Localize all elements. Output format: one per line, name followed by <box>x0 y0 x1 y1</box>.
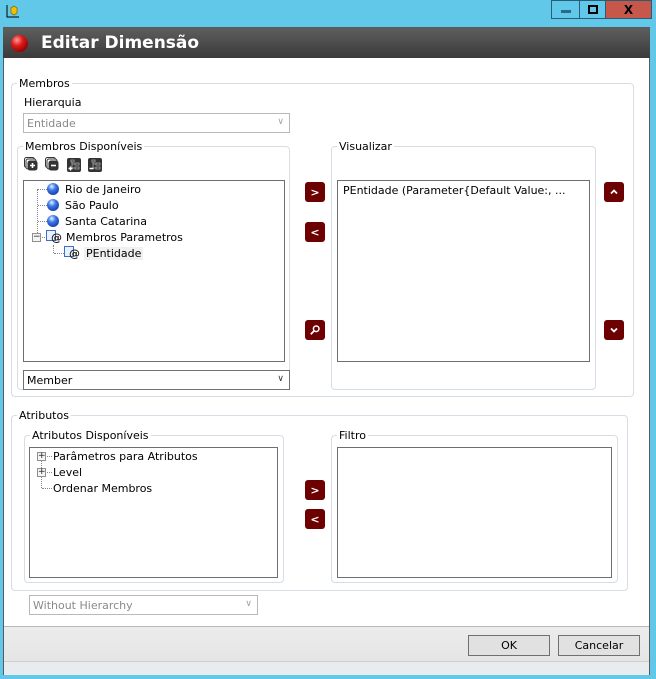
hierarchy-value: Without Hierarchy <box>33 598 133 612</box>
add-member-button[interactable]: > <box>305 182 325 202</box>
tree-item-pentidade[interactable]: @ PEntidade <box>64 245 144 261</box>
tree-line <box>54 253 64 254</box>
tree-line <box>38 189 47 190</box>
tree-item-label: Rio de Janeiro <box>65 182 141 196</box>
add-filter-button[interactable]: > <box>305 480 325 500</box>
header-ball-icon <box>11 35 28 52</box>
chevron-up-icon <box>610 189 618 195</box>
tree-item-level[interactable]: Level <box>53 464 82 480</box>
visualizar-list[interactable] <box>337 180 590 362</box>
tree-item-label: Santa Catarina <box>65 214 148 228</box>
member-ball-icon <box>47 183 59 195</box>
tree-item-label: São Paulo <box>65 198 119 212</box>
filtro-legend: Filtro <box>337 429 368 442</box>
filtro-list[interactable] <box>337 447 612 578</box>
tree-item-label: Parâmetros para Atributos <box>53 449 198 463</box>
footer-strip <box>4 661 649 675</box>
dialog-title: Editar Dimensão <box>41 33 200 53</box>
hierarquia-label: Hierarquia <box>24 96 82 109</box>
collapse-toggle-icon[interactable]: − <box>32 233 41 242</box>
tree-item-sao-paulo[interactable]: São Paulo <box>47 197 119 213</box>
chevron-down-icon: ∨ <box>245 599 252 609</box>
add-node-icon[interactable] <box>67 158 81 172</box>
chevron-down-icon <box>610 327 618 333</box>
tree-item-santa-catarina[interactable]: Santa Catarina <box>47 213 147 229</box>
chevron-down-icon: ∨ <box>277 374 284 384</box>
move-up-button[interactable] <box>604 182 624 202</box>
expand-toggle-icon[interactable]: + <box>37 452 46 461</box>
tree-item-label: Membros Parametros <box>66 230 183 244</box>
search-icon <box>310 325 320 335</box>
member-type-combo[interactable]: Member ∨ <box>23 370 290 390</box>
close-button[interactable]: X <box>606 0 652 19</box>
search-member-button[interactable] <box>305 320 325 340</box>
tree-line <box>53 245 54 253</box>
remove-member-button[interactable]: < <box>305 222 325 242</box>
tree-line <box>37 189 38 237</box>
remove-node-icon[interactable] <box>88 158 102 172</box>
atributos-legend: Atributos <box>17 409 71 422</box>
tree-item-membros-parametros[interactable]: @ Membros Parametros <box>46 229 183 245</box>
maximize-icon <box>587 5 598 14</box>
tree-item-rio-de-janeiro[interactable]: Rio de Janeiro <box>47 181 141 197</box>
tree-line <box>47 472 52 473</box>
remove-filter-button[interactable]: < <box>305 509 325 529</box>
chevron-right-icon: > <box>310 483 320 497</box>
hierarquia-value: Entidade <box>27 116 76 130</box>
hierarchy-combo[interactable]: Without Hierarchy ∨ <box>29 595 258 615</box>
close-icon: X <box>623 2 634 17</box>
member-type-value: Member <box>27 373 73 387</box>
app-icon <box>6 4 20 18</box>
chevron-left-icon: < <box>310 512 320 526</box>
tree-item-parametros-atributos[interactable]: Parâmetros para Atributos <box>53 448 198 464</box>
chevron-left-icon: < <box>310 225 320 239</box>
member-ball-icon <box>47 199 59 211</box>
visualizar-item[interactable]: PEntidade (Parameter{Default Value:, ... <box>343 184 566 197</box>
cancel-button[interactable]: Cancelar <box>558 635 640 656</box>
tree-item-label: PEntidade <box>84 246 144 260</box>
tree-item-ordenar-membros[interactable]: Ordenar Membros <box>53 480 152 496</box>
visualizar-legend: Visualizar <box>337 140 394 153</box>
chevron-down-icon: ∨ <box>277 117 284 127</box>
member-ball-icon <box>47 215 59 227</box>
tree-line <box>38 221 47 222</box>
chevron-right-icon: > <box>310 185 320 199</box>
minimize-icon <box>560 10 571 13</box>
tree-line <box>42 488 52 489</box>
move-down-button[interactable] <box>604 320 624 340</box>
maximize-button[interactable] <box>579 0 606 19</box>
ok-button[interactable]: OK <box>468 635 550 656</box>
atributos-disponiveis-legend: Atributos Disponíveis <box>30 429 151 442</box>
collapse-all-icon[interactable] <box>45 157 59 172</box>
minimize-button[interactable] <box>551 0 579 19</box>
hierarquia-combo[interactable]: Entidade ∨ <box>23 113 290 133</box>
tree-item-label: Ordenar Membros <box>53 481 153 495</box>
membros-legend: Membros <box>17 77 72 90</box>
parameter-icon: @ <box>64 246 80 260</box>
tree-line <box>47 456 52 457</box>
tree-item-label: Level <box>53 465 83 479</box>
membros-disponiveis-legend: Membros Disponíveis <box>23 140 145 153</box>
expand-all-icon[interactable] <box>24 157 38 172</box>
parameter-icon: @ <box>46 230 62 244</box>
expand-toggle-icon[interactable]: + <box>37 468 46 477</box>
tree-line <box>38 205 47 206</box>
